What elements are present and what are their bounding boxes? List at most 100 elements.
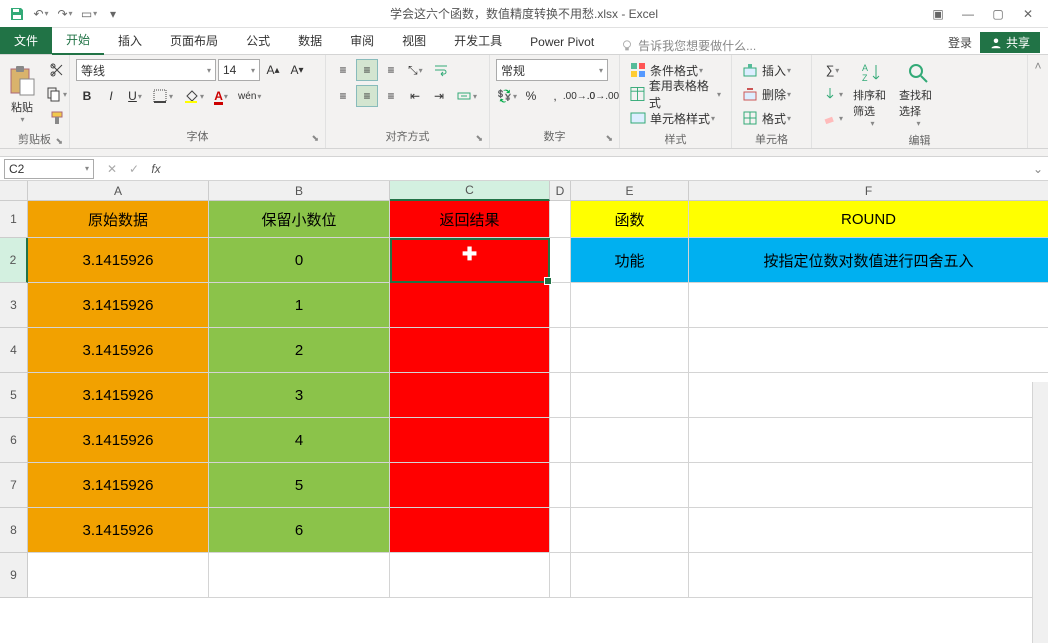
tab-formula[interactable]: 公式 bbox=[232, 27, 284, 54]
row-header-7[interactable]: 7 bbox=[0, 463, 28, 508]
sort-filter-button[interactable]: AZ 排序和筛选▾ bbox=[851, 59, 893, 130]
qat-customize-icon[interactable]: ▾ bbox=[102, 3, 124, 25]
tab-review[interactable]: 审阅 bbox=[336, 27, 388, 54]
row-header-4[interactable]: 4 bbox=[0, 328, 28, 373]
cell-C3[interactable] bbox=[390, 283, 550, 328]
row-header-6[interactable]: 6 bbox=[0, 418, 28, 463]
cell-E9[interactable] bbox=[571, 553, 689, 598]
wrap-text-button[interactable] bbox=[429, 59, 453, 81]
cell-D9[interactable] bbox=[550, 553, 571, 598]
cell-B3[interactable]: 1 bbox=[209, 283, 390, 328]
tab-data[interactable]: 数据 bbox=[284, 27, 336, 54]
tab-layout[interactable]: 页面布局 bbox=[156, 27, 232, 54]
clear-button[interactable]: ▾ bbox=[818, 107, 847, 129]
cell-A9[interactable] bbox=[28, 553, 209, 598]
cell-C7[interactable] bbox=[390, 463, 550, 508]
border-button[interactable]: ▾ bbox=[148, 85, 177, 107]
cell-B9[interactable] bbox=[209, 553, 390, 598]
cell-B1[interactable]: 保留小数位 bbox=[209, 201, 390, 238]
cell-F7[interactable] bbox=[689, 463, 1048, 508]
cell-C9[interactable] bbox=[390, 553, 550, 598]
cell-C8[interactable] bbox=[390, 508, 550, 553]
row-header-1[interactable]: 1 bbox=[0, 201, 28, 238]
table-format-button[interactable]: 套用表格格式▾ bbox=[626, 83, 725, 105]
font-size-combo[interactable]: 14▾ bbox=[218, 59, 260, 81]
cancel-edit-icon[interactable]: ✕ bbox=[102, 159, 122, 179]
align-center-button[interactable]: ≡ bbox=[356, 85, 378, 107]
row-header-5[interactable]: 5 bbox=[0, 373, 28, 418]
cell-C5[interactable] bbox=[390, 373, 550, 418]
cell-B6[interactable]: 4 bbox=[209, 418, 390, 463]
cell-E6[interactable] bbox=[571, 418, 689, 463]
cell-F6[interactable] bbox=[689, 418, 1048, 463]
collapse-ribbon-icon[interactable]: ˄ bbox=[1034, 59, 1041, 73]
cut-button[interactable] bbox=[42, 59, 71, 81]
cell-E8[interactable] bbox=[571, 508, 689, 553]
cell-A4[interactable]: 3.1415926 bbox=[28, 328, 209, 373]
cell-B5[interactable]: 3 bbox=[209, 373, 390, 418]
row-header-3[interactable]: 3 bbox=[0, 283, 28, 328]
cell-F8[interactable] bbox=[689, 508, 1048, 553]
fill-color-button[interactable]: ▾ bbox=[179, 85, 208, 107]
tab-file[interactable]: 文件 bbox=[0, 27, 52, 54]
tab-powerpivot[interactable]: Power Pivot bbox=[516, 30, 608, 54]
bold-button[interactable]: B bbox=[76, 85, 98, 107]
cell-E4[interactable] bbox=[571, 328, 689, 373]
align-left-button[interactable]: ≡ bbox=[332, 85, 354, 107]
column-header-A[interactable]: A bbox=[28, 181, 209, 201]
row-header-2[interactable]: 2 bbox=[0, 238, 28, 283]
align-right-button[interactable]: ≡ bbox=[380, 85, 402, 107]
find-select-button[interactable]: 查找和选择▾ bbox=[897, 59, 939, 130]
underline-button[interactable]: U▾ bbox=[124, 85, 146, 107]
cell-D3[interactable] bbox=[550, 283, 571, 328]
launcher-icon[interactable]: ⬊ bbox=[475, 133, 483, 144]
name-box[interactable]: C2▾ bbox=[4, 159, 94, 179]
paste-button[interactable]: 粘贴 ▾ bbox=[6, 59, 38, 129]
decrease-decimal-button[interactable]: .0→.00 bbox=[592, 85, 614, 107]
column-header-C[interactable]: C bbox=[390, 181, 550, 201]
select-all-corner[interactable] bbox=[0, 181, 28, 201]
indent-increase-button[interactable]: ⇥ bbox=[428, 85, 450, 107]
cell-A1[interactable]: 原始数据 bbox=[28, 201, 209, 238]
cell-E3[interactable] bbox=[571, 283, 689, 328]
number-format-combo[interactable]: 常规▾ bbox=[496, 59, 608, 81]
align-middle-button[interactable]: ≡ bbox=[356, 59, 378, 81]
row-header-8[interactable]: 8 bbox=[0, 508, 28, 553]
fx-icon[interactable]: fx bbox=[146, 159, 166, 179]
align-top-button[interactable]: ≡ bbox=[332, 59, 354, 81]
orientation-button[interactable]: ⤡▾ bbox=[404, 59, 427, 81]
italic-button[interactable]: I bbox=[100, 85, 122, 107]
ribbon-options-icon[interactable]: ▣ bbox=[924, 3, 952, 25]
cell-D2[interactable] bbox=[550, 238, 571, 283]
cell-B8[interactable]: 6 bbox=[209, 508, 390, 553]
cell-E2[interactable]: 功能 bbox=[571, 238, 689, 283]
cell-D7[interactable] bbox=[550, 463, 571, 508]
cell-A6[interactable]: 3.1415926 bbox=[28, 418, 209, 463]
indent-decrease-button[interactable]: ⇤ bbox=[404, 85, 426, 107]
merge-button[interactable]: ▾ bbox=[452, 85, 481, 107]
cell-F1[interactable]: ROUND bbox=[689, 201, 1048, 238]
cell-F4[interactable] bbox=[689, 328, 1048, 373]
cell-C1[interactable]: 返回结果 bbox=[390, 201, 550, 238]
cell-B2[interactable]: 0 bbox=[209, 238, 390, 283]
close-icon[interactable]: ✕ bbox=[1014, 3, 1042, 25]
cell-C4[interactable] bbox=[390, 328, 550, 373]
row-header-9[interactable]: 9 bbox=[0, 553, 28, 598]
confirm-edit-icon[interactable]: ✓ bbox=[124, 159, 144, 179]
cell-A8[interactable]: 3.1415926 bbox=[28, 508, 209, 553]
insert-button[interactable]: 插入▾ bbox=[738, 59, 805, 81]
minimize-icon[interactable]: — bbox=[954, 3, 982, 25]
format-painter-button[interactable] bbox=[42, 107, 71, 129]
cell-A5[interactable]: 3.1415926 bbox=[28, 373, 209, 418]
cell-A3[interactable]: 3.1415926 bbox=[28, 283, 209, 328]
column-header-D[interactable]: D bbox=[550, 181, 571, 201]
launcher-icon[interactable]: ⬊ bbox=[311, 133, 319, 144]
tell-me[interactable]: 告诉我您想要做什么... bbox=[620, 37, 756, 54]
increase-font-button[interactable]: A▴ bbox=[262, 59, 284, 81]
qat-more-icon[interactable]: ▭▾ bbox=[78, 3, 100, 25]
cell-A2[interactable]: 3.1415926 bbox=[28, 238, 209, 283]
decrease-font-button[interactable]: A▾ bbox=[286, 59, 308, 81]
tab-home[interactable]: 开始 bbox=[52, 26, 104, 55]
cell-E1[interactable]: 函数 bbox=[571, 201, 689, 238]
copy-button[interactable]: ▾ bbox=[42, 83, 71, 105]
